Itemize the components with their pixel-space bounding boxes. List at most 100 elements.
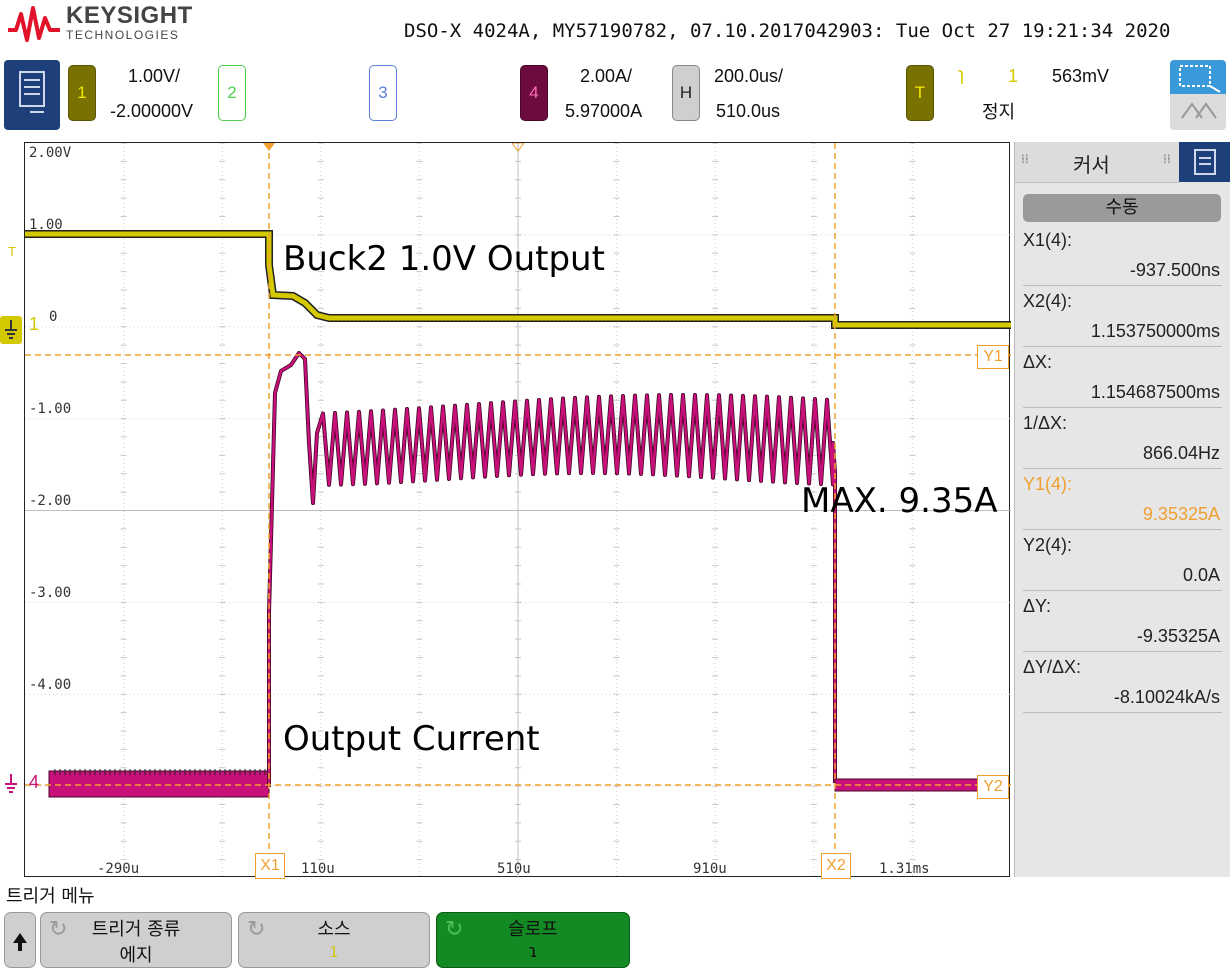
ch2-label: 2 <box>227 83 237 102</box>
gesture-icon <box>1181 102 1217 119</box>
ch3-label: 3 <box>378 83 388 102</box>
measurement-value: -937.500ns <box>1129 260 1220 280</box>
measurement-divider <box>1023 346 1222 347</box>
cursor-mode-label: 수동 <box>1105 197 1139 218</box>
ch4-pre-band <box>48 770 270 798</box>
cursor-y2-label: Y2 <box>983 778 1003 795</box>
y-label-0: 0 <box>49 309 58 325</box>
y-label-m1: -1.00 <box>29 401 72 417</box>
measurement-label: ΔY: <box>1023 596 1052 616</box>
measurement-divider <box>1023 529 1222 530</box>
measurement-value: 9.35325A <box>1142 504 1220 524</box>
y-label-top: 2.00V <box>29 145 72 161</box>
cursor-y2-marker[interactable]: Y2 <box>977 775 1009 799</box>
x-label-3: 510u <box>497 861 531 877</box>
slope-softkey[interactable]: ↻ 슬로프 ɿ <box>436 912 630 968</box>
run-status: 정지 <box>982 102 1016 122</box>
ch4-button[interactable]: 4 <box>520 65 548 121</box>
measurement-value: 1.154687500ms <box>1090 382 1220 402</box>
ch2-button[interactable]: 2 <box>218 65 246 121</box>
menu-title: 트리거 메뉴 <box>6 886 95 907</box>
measurement-divider <box>1023 407 1222 408</box>
trigger-label: T <box>914 83 926 102</box>
cursor-x2-label: X2 <box>826 857 846 874</box>
source-label: 소스 <box>317 919 351 940</box>
measurement-label: ΔX: <box>1023 352 1053 372</box>
trigger-type-value: 에지 <box>119 945 153 966</box>
cursor-panel-title: 커서 <box>1073 153 1110 177</box>
buck-output-annotation: Buck2 1.0V Output <box>283 239 605 279</box>
measurement-label: X1(4): <box>1023 230 1073 250</box>
cursor-panel-header[interactable]: ⁞⁞ 커서 ⁞⁞ <box>1015 142 1179 183</box>
waveform-display[interactable]: 2.00V 1.00 0 -1.00 -2.00 -3.00 -4.00 -29… <box>24 142 1011 879</box>
horizontal-label: H <box>679 83 693 102</box>
ch1-ground-label: 1 <box>29 314 40 334</box>
ch1-offset: -2.00000V <box>110 101 194 121</box>
measurement-value: 0.0A <box>1182 565 1220 585</box>
ch1-ground-marker[interactable] <box>0 316 22 344</box>
measurement-divider <box>1023 468 1222 469</box>
measurement-value: 866.04Hz <box>1142 443 1220 463</box>
y-label-m4: -4.00 <box>29 677 72 693</box>
y-label-1: 1.00 <box>29 217 63 233</box>
trigger-type-softkey[interactable]: ↻ 트리거 종류 에지 <box>40 912 232 968</box>
measurement-label: Y1(4): <box>1023 474 1073 494</box>
ch4-label: 4 <box>529 83 539 102</box>
scope-info: DSO-X 4024A, MY57190782, 07.10.201704290… <box>404 20 1171 42</box>
list-icon <box>1194 149 1216 175</box>
source-value: 1 <box>329 945 339 961</box>
brand-name: KEYSIGHT <box>66 2 193 29</box>
ch4-ground-label: 4 <box>29 772 40 792</box>
touch-gesture-button[interactable] <box>1170 94 1226 130</box>
y-label-m3: -3.00 <box>29 585 72 601</box>
main-menu-button[interactable] <box>4 60 60 130</box>
y-label-m2: -2.00 <box>29 493 72 509</box>
keysight-logo-icon <box>8 6 60 42</box>
cursor-x1-marker[interactable]: X1 <box>255 853 285 879</box>
measurement-label: X2(4): <box>1023 291 1073 311</box>
measurement-divider <box>1023 590 1222 591</box>
x-label-1: -290u <box>97 861 140 877</box>
cursor-mode-button[interactable]: 수동 <box>1023 194 1221 222</box>
source-softkey[interactable]: ↻ 소스 1 <box>238 912 430 968</box>
zoom-select-button[interactable] <box>1170 60 1226 94</box>
ch4-scale: 2.00A/ <box>580 66 633 86</box>
ground-icon <box>5 774 17 793</box>
trigger-level-marker: T <box>8 244 16 259</box>
trigger-level: 563mV <box>1052 66 1110 86</box>
ch1-button[interactable]: 1 <box>68 65 96 121</box>
cursor-x2-marker[interactable]: X2 <box>821 853 851 879</box>
horizontal-position: 510.0us <box>716 101 781 121</box>
x-label-2: 110u <box>301 861 335 877</box>
horizontal-scale: 200.0us/ <box>714 66 784 86</box>
back-button[interactable] <box>4 912 36 968</box>
cursor-y1-marker[interactable]: Y1 <box>977 345 1009 369</box>
panel-switch-button[interactable] <box>1179 142 1230 182</box>
ch4-ground-marker[interactable] <box>0 770 22 798</box>
cursor-x1-label: X1 <box>260 857 280 874</box>
document-icon <box>19 71 45 113</box>
max-current-annotation: MAX. 9.35A <box>801 481 998 521</box>
trigger-source: 1 <box>1008 66 1019 86</box>
select-box-icon <box>1179 65 1221 93</box>
ch1-label: 1 <box>77 83 87 102</box>
ch1-scale: 1.00V/ <box>128 66 181 86</box>
horizontal-button[interactable]: H <box>672 65 700 121</box>
trigger-position-marker <box>263 143 275 151</box>
trigger-type-label: 트리거 종류 <box>91 919 181 940</box>
x-label-4: 910u <box>693 861 727 877</box>
trigger-button[interactable]: T <box>906 65 934 121</box>
up-arrow-icon <box>13 933 27 951</box>
drag-handle-icon: ⁞⁞ <box>1021 152 1029 166</box>
cursor-panel: ⁞⁞ 커서 ⁞⁞ 수동 X1(4): -937.500ns X2(4): 1.1537… <box>1014 142 1230 877</box>
ch4-offset: 5.97000A <box>565 101 643 121</box>
measurement-label: 1/ΔX: <box>1023 413 1068 433</box>
measurement-label: Y2(4): <box>1023 535 1073 555</box>
drag-handle-icon: ⁞⁞ <box>1163 152 1171 166</box>
measurement-label: ΔY/ΔX: <box>1023 657 1082 677</box>
x-label-5: 1.31ms <box>879 861 930 877</box>
ground-icon <box>5 320 17 339</box>
ch3-button[interactable]: 3 <box>369 65 397 121</box>
measurement-divider <box>1023 285 1222 286</box>
measurement-value: 1.153750000ms <box>1090 321 1220 341</box>
